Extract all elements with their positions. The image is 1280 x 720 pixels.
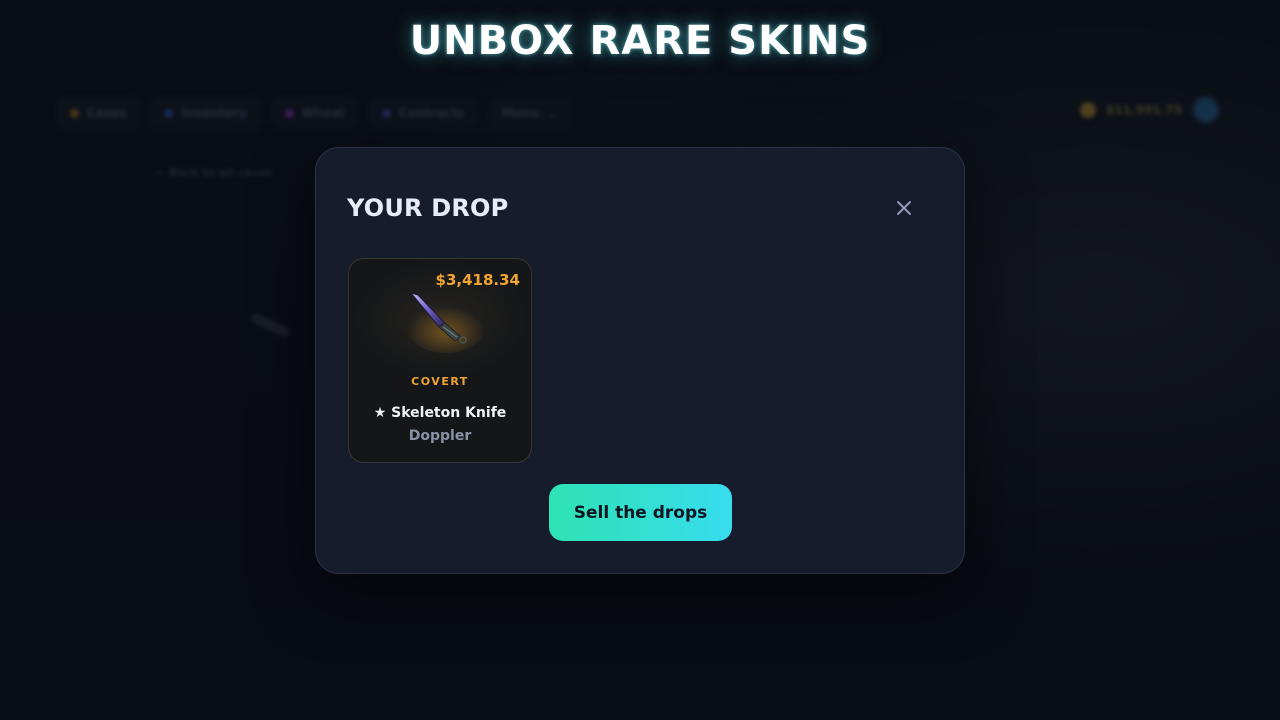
- close-icon: [897, 201, 911, 215]
- sell-drops-button[interactable]: Sell the drops: [549, 484, 732, 541]
- rarity-label: COVERT: [411, 375, 469, 388]
- modal-title: YOUR DROP: [347, 194, 509, 222]
- close-button[interactable]: [892, 196, 916, 220]
- item-name: ★ Skeleton Knife: [373, 405, 507, 421]
- knife-image: [391, 285, 491, 355]
- drop-modal: YOUR DROP $3,418.34 COVERT ★ Skeleton Kn…: [315, 147, 965, 574]
- page-headline: UNBOX RARE SKINS: [409, 18, 871, 64]
- item-finish: Doppler: [408, 428, 472, 444]
- drop-card[interactable]: $3,418.34 COVERT ★ Skeleton Knife Dopple…: [348, 258, 532, 463]
